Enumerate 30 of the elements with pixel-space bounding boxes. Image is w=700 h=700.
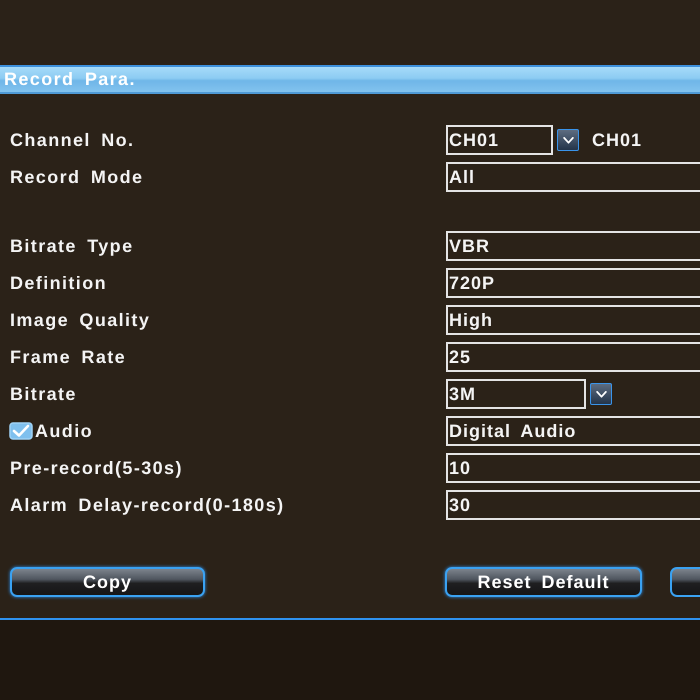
dialog-title: Record Para.: [4, 69, 136, 90]
dropdown-button[interactable]: [557, 129, 579, 151]
input-field[interactable]: Digital Audio: [446, 416, 700, 446]
cut-off-button[interactable]: [670, 567, 700, 597]
input-field[interactable]: High: [446, 305, 700, 335]
copy-button[interactable]: Copy: [10, 567, 205, 597]
field-label: Bitrate: [9, 384, 77, 404]
field-label: Channel No.: [9, 130, 134, 150]
reset-default-button[interactable]: Reset Default: [445, 567, 642, 597]
field-label: Record Mode: [9, 166, 144, 188]
field-label: Bitrate Type: [9, 236, 134, 256]
input-field[interactable]: All: [446, 162, 700, 192]
input-field[interactable]: 10: [446, 453, 700, 483]
field-label: Frame Rate: [9, 346, 126, 368]
input-field[interactable]: 30: [446, 490, 700, 520]
field-label: Image Quality: [9, 310, 150, 330]
chevron-down-icon: [596, 390, 606, 398]
chevron-down-icon: [562, 136, 574, 144]
dropdown-field[interactable]: 3M: [446, 379, 586, 409]
field-label: Alarm Delay-record(0-180s): [9, 494, 285, 516]
dropdown-field[interactable]: CH01: [446, 125, 553, 155]
field-label: Audio: [34, 420, 93, 442]
input-field[interactable]: VBR: [446, 231, 700, 261]
channel-readout: CH01: [592, 130, 642, 150]
field-label: Definition: [9, 272, 107, 294]
input-field[interactable]: 720P: [446, 268, 700, 298]
checkbox[interactable]: [9, 422, 33, 440]
field-label: Pre-record(5-30s): [9, 458, 183, 478]
dropdown-button[interactable]: [590, 383, 612, 405]
input-field[interactable]: 25: [446, 342, 700, 372]
